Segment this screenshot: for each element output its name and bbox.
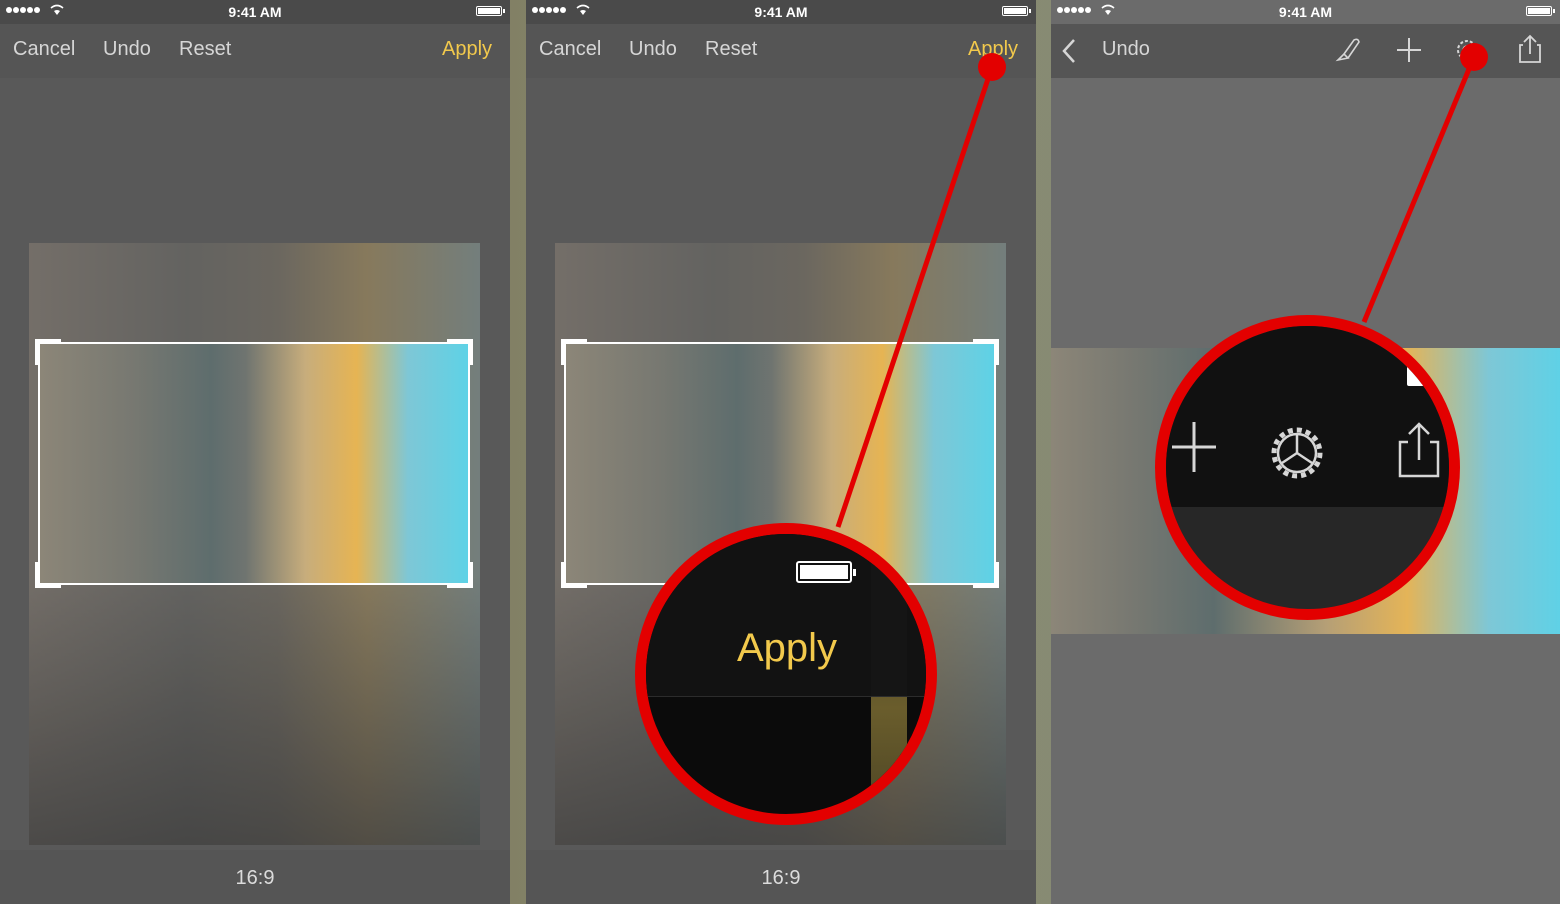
status-bar: 9:41 AM bbox=[0, 0, 510, 24]
battery-icon bbox=[796, 561, 856, 583]
cancel-button[interactable]: Cancel bbox=[539, 38, 601, 61]
clock: 9:41 AM bbox=[754, 4, 808, 20]
reset-button[interactable]: Reset bbox=[705, 38, 757, 61]
apply-button[interactable]: Apply bbox=[968, 38, 1018, 61]
plus-icon[interactable] bbox=[1396, 37, 1422, 63]
nav-bar: Cancel Undo Reset Apply bbox=[526, 24, 1036, 78]
cancel-button[interactable]: Cancel bbox=[13, 38, 75, 61]
zoom-divider bbox=[646, 696, 926, 697]
battery-icon bbox=[1002, 6, 1031, 16]
zoom-nav-edge bbox=[871, 534, 907, 696]
clock: 9:41 AM bbox=[228, 4, 282, 20]
zoom-apply-label: Apply bbox=[737, 626, 838, 670]
share-icon bbox=[1398, 422, 1440, 478]
undo-button[interactable]: Undo bbox=[1102, 38, 1150, 61]
gear-zoom-callout bbox=[1155, 315, 1460, 620]
crop-frame[interactable] bbox=[35, 339, 473, 588]
status-bar: 9:41 AM bbox=[526, 0, 1036, 24]
share-icon[interactable] bbox=[1518, 34, 1542, 64]
crop-handle-top-right[interactable] bbox=[447, 339, 473, 365]
status-bar: 9:41 AM bbox=[1051, 0, 1560, 24]
crop-handle-top-right[interactable] bbox=[973, 339, 999, 365]
crop-handle-top-left[interactable] bbox=[35, 339, 61, 365]
nav-bar: Cancel Undo Reset Apply bbox=[0, 24, 510, 78]
bottom-bar: 16:9 bbox=[0, 850, 510, 904]
chevron-left-icon[interactable] bbox=[1061, 38, 1077, 64]
crop-handle-bottom-right[interactable] bbox=[973, 562, 999, 588]
undo-button[interactable]: Undo bbox=[629, 38, 677, 61]
nav-bar: Undo bbox=[1051, 24, 1560, 78]
gear-icon[interactable] bbox=[1453, 36, 1481, 64]
aspect-ratio-button[interactable]: 16:9 bbox=[526, 867, 1036, 890]
apply-zoom-callout: Apply bbox=[635, 523, 937, 825]
crop-handle-bottom-right[interactable] bbox=[447, 562, 473, 588]
crop-handle-bottom-left[interactable] bbox=[561, 562, 587, 588]
bottom-bar: 16:9 bbox=[526, 850, 1036, 904]
battery-icon bbox=[476, 6, 505, 16]
plus-icon bbox=[1172, 422, 1216, 472]
aspect-ratio-button[interactable]: 16:9 bbox=[0, 867, 510, 890]
paintbrush-icon[interactable] bbox=[1334, 36, 1362, 64]
crop-handle-bottom-left[interactable] bbox=[35, 562, 61, 588]
crop-handle-top-left[interactable] bbox=[561, 339, 587, 365]
undo-button[interactable]: Undo bbox=[103, 38, 151, 61]
reset-button[interactable]: Reset bbox=[179, 38, 231, 61]
battery-icon bbox=[1407, 366, 1431, 386]
screen-crop-1: 9:41 AM Cancel Undo Reset Apply 16:9 bbox=[0, 0, 510, 904]
clock: 9:41 AM bbox=[1278, 4, 1333, 20]
photo-canvas bbox=[0, 78, 510, 850]
battery-icon bbox=[1526, 6, 1555, 16]
apply-button[interactable]: Apply bbox=[442, 38, 492, 61]
gear-icon bbox=[1271, 427, 1323, 479]
